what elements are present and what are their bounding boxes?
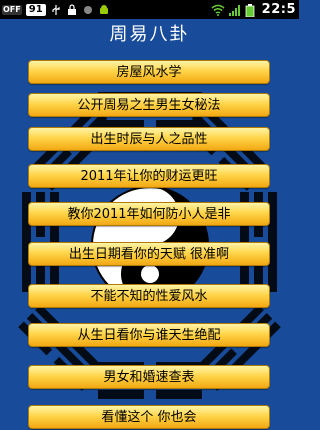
- signal-icon: [228, 4, 240, 16]
- menu-button-6[interactable]: 出生日期看你的天赋 很准啊: [28, 242, 270, 266]
- battery-icon: [245, 3, 257, 17]
- menu-button-1[interactable]: 房屋风水学: [28, 60, 270, 84]
- wifi-icon: [211, 4, 225, 16]
- menu-button-9[interactable]: 男女和婚速查表: [28, 365, 270, 389]
- menu-button-2[interactable]: 公开周易之生男生女秘法: [28, 93, 270, 117]
- menu-button-7[interactable]: 不能不知的性爱风水: [28, 284, 270, 308]
- off-badge: OFF: [2, 4, 22, 15]
- status-bar: OFF 91 22:5: [0, 0, 299, 19]
- lock-icon: [66, 3, 78, 16]
- menu-button-4[interactable]: 2011年让你的财运更旺: [28, 164, 270, 188]
- clock: 22:5: [261, 2, 296, 17]
- menu-button-8[interactable]: 从生日看你与谁天生绝配: [28, 323, 270, 347]
- usb-icon: [50, 4, 62, 16]
- menu-button-10[interactable]: 看懂这个 你也会: [28, 405, 270, 429]
- menu-button-3[interactable]: 出生时辰与人之品性: [28, 127, 270, 151]
- app-title: 周易八卦: [109, 24, 190, 45]
- android-icon: [98, 4, 110, 16]
- debug-icon: [82, 4, 94, 16]
- notification-count-badge: 91: [25, 3, 46, 16]
- menu-button-5[interactable]: 教你2011年如何防小人是非: [28, 202, 270, 226]
